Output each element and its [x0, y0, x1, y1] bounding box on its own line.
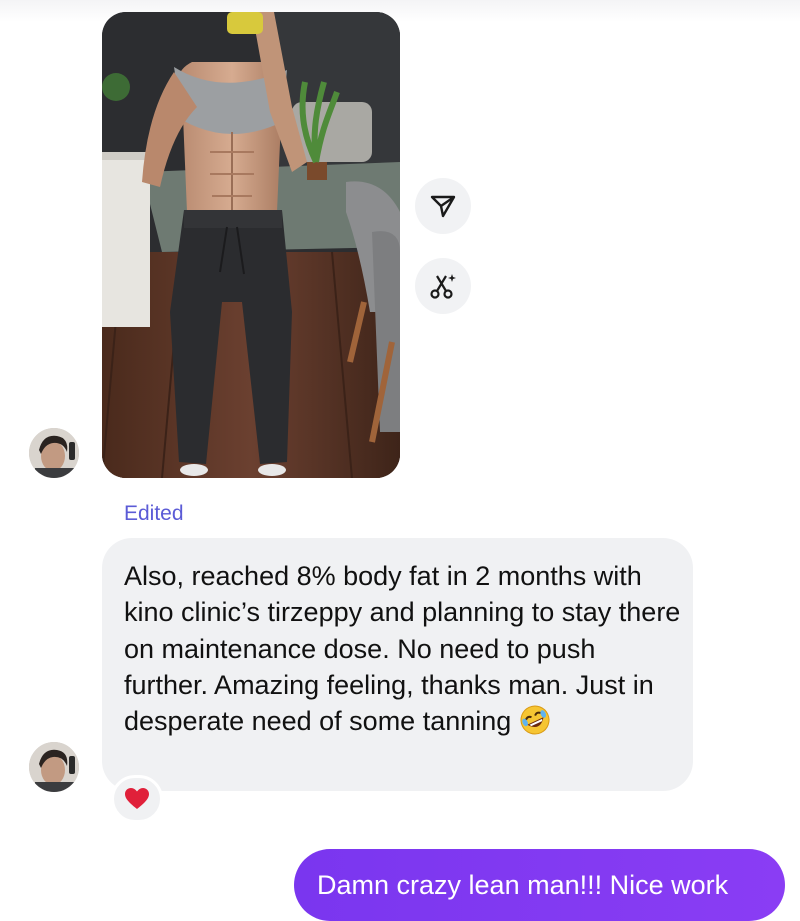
dm-thread: Edited Also, reached 8% body fat in 2 mo…: [0, 0, 800, 921]
incoming-message-text: Also, reached 8% body fat in 2 months wi…: [124, 558, 684, 745]
remix-button[interactable]: [415, 258, 471, 314]
red-heart-icon: [125, 788, 149, 809]
photo-illustration: [102, 12, 400, 478]
incoming-message-body: Also, reached 8% body fat in 2 months wi…: [124, 561, 681, 737]
outgoing-message-text: Damn crazy lean man!!! Nice work: [317, 870, 729, 900]
reaction-badge[interactable]: [111, 775, 163, 823]
rolling-on-floor-laughing-emoji: [519, 704, 551, 745]
scissors-sparkle-icon: [430, 274, 456, 299]
share-button[interactable]: [415, 178, 471, 234]
edited-label: Edited: [124, 502, 184, 525]
profile-photo: [29, 428, 79, 478]
avatar[interactable]: [29, 428, 79, 478]
incoming-message-bubble[interactable]: Also, reached 8% body fat in 2 months wi…: [102, 538, 693, 791]
profile-photo: [29, 742, 79, 792]
send-icon: [430, 195, 456, 218]
outgoing-message-bubble[interactable]: Damn crazy lean man!!! Nice work: [294, 849, 785, 921]
photo-message[interactable]: [102, 12, 400, 478]
avatar[interactable]: [29, 742, 79, 792]
